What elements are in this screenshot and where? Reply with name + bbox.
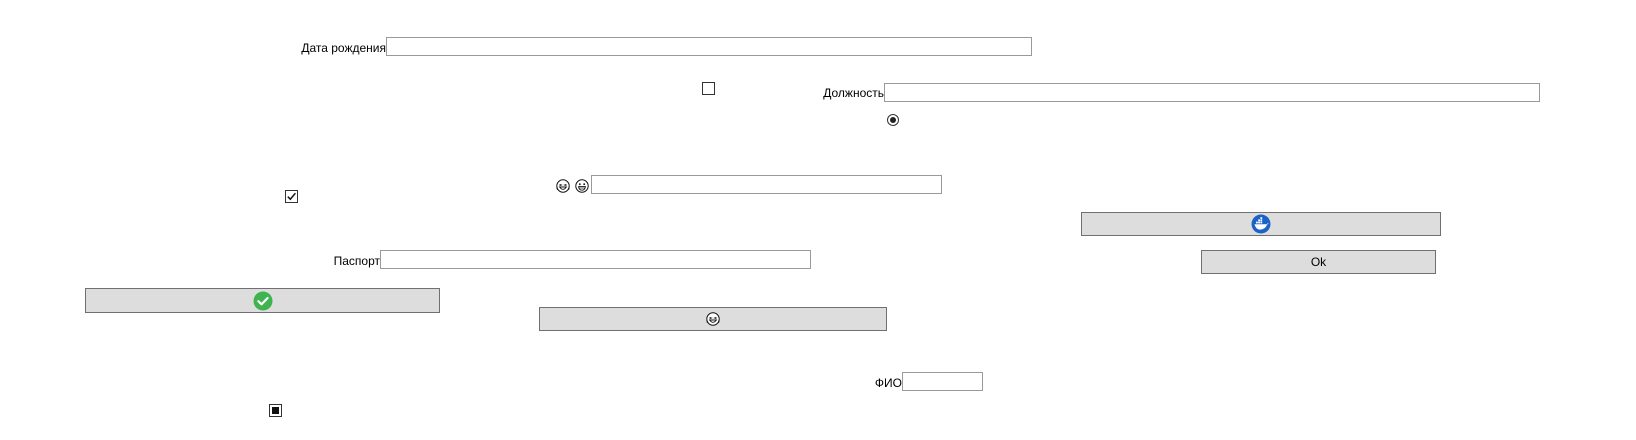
checkbox-top[interactable] bbox=[702, 82, 715, 95]
laughing-face-icon bbox=[706, 312, 720, 326]
emoji-button[interactable] bbox=[539, 307, 887, 331]
checkbox-bottom[interactable] bbox=[269, 404, 282, 417]
fio-label: ФИО bbox=[874, 376, 902, 390]
passport-label: Паспорт bbox=[333, 254, 380, 268]
docker-button[interactable] bbox=[1081, 212, 1441, 236]
checkmark-icon bbox=[287, 192, 296, 201]
green-check-button[interactable] bbox=[85, 288, 440, 313]
position-label: Должность bbox=[823, 86, 884, 100]
birth-date-label: Дата рождения bbox=[301, 41, 386, 55]
radio-top[interactable] bbox=[887, 114, 899, 126]
radio-dot bbox=[890, 117, 896, 123]
check-circle-icon bbox=[253, 291, 273, 311]
checkbox-left[interactable] bbox=[285, 190, 298, 203]
position-input[interactable] bbox=[884, 83, 1540, 102]
laughing-face-icon bbox=[556, 179, 570, 193]
ok-button[interactable]: Ok bbox=[1201, 250, 1436, 274]
docker-icon bbox=[1251, 214, 1271, 234]
birth-date-input[interactable] bbox=[386, 37, 1032, 56]
fio-input[interactable] bbox=[902, 372, 983, 391]
grinning-face-icon bbox=[575, 179, 589, 193]
passport-input[interactable] bbox=[380, 250, 811, 269]
indeterminate-square-icon bbox=[272, 407, 279, 414]
middle-input[interactable] bbox=[591, 175, 942, 194]
